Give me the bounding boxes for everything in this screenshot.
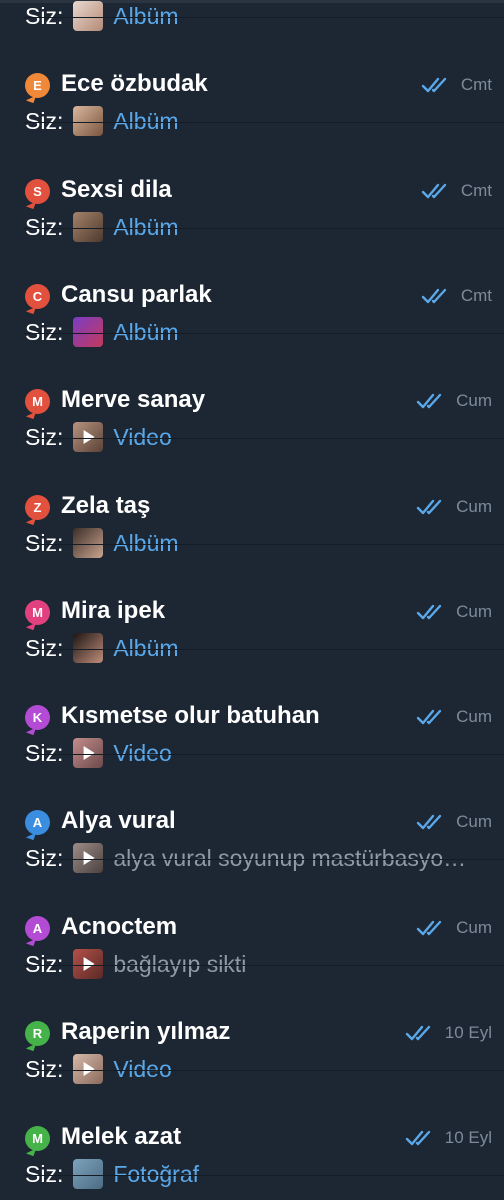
chat-date: Cum: [456, 918, 492, 937]
chat-date: 10 Eyl: [444, 1128, 492, 1147]
chat-row[interactable]: M Mira ipek Cum Siz: Albüm: [0, 545, 504, 663]
chat-preview-line: Siz: Fotoğraf: [25, 1158, 199, 1190]
chat-date: Cum: [456, 707, 492, 726]
row-divider: [24, 859, 504, 860]
chat-meta: 10 Eyl: [405, 1023, 492, 1043]
chat-name: Melek azat: [61, 1123, 182, 1150]
chat-row[interactable]: C Cansu parlak Cmt Siz: Albüm: [0, 229, 504, 347]
chat-date: 10 Eyl: [444, 1023, 492, 1042]
chat-date: Cum: [456, 497, 492, 516]
chat-meta: Cmt: [421, 181, 492, 201]
chat-row[interactable]: S Sexsi dila Cmt Siz: Albüm: [0, 124, 504, 242]
chat-date: Cmt: [460, 181, 492, 200]
chat-meta: Cum: [416, 602, 492, 622]
avatar-badge: S: [25, 179, 50, 204]
chat-list: Siz: Albüm E Ece özbudak Cmt Siz: Albüm S Sexsi …: [0, 0, 504, 1200]
double-check-icon: [416, 813, 446, 831]
chat-row[interactable]: K Kısmetse olur batuhan Cum Siz: Video: [0, 650, 504, 768]
chat-row[interactable]: E Ece özbudak Cmt Siz: Albüm: [0, 18, 504, 136]
chat-date: Cmt: [460, 286, 492, 305]
double-check-icon: [421, 182, 451, 200]
chat-row[interactable]: M Merve sanay Cum Siz: Video: [0, 334, 504, 452]
avatar-badge: Z: [25, 495, 50, 520]
chat-row[interactable]: M Melek azat 10 Eyl Siz: Fotoğraf: [0, 1071, 504, 1189]
chat-name: Ece özbudak: [61, 70, 208, 97]
chat-row[interactable]: A Acnoctem Cum Siz: bağlayıp sikti: [0, 861, 504, 979]
chat-date: Cum: [456, 391, 492, 410]
chat-date: Cum: [456, 812, 492, 831]
avatar-badge: M: [25, 389, 50, 414]
double-check-icon: [416, 919, 446, 937]
chat-row[interactable]: Z Zela taş Cum Siz: Albüm: [0, 440, 504, 558]
row-divider: [24, 1175, 504, 1176]
chat-meta: Cum: [416, 707, 492, 727]
chat-name: Kısmetse olur batuhan: [61, 702, 320, 729]
avatar-badge: M: [25, 1126, 50, 1151]
double-check-icon: [405, 1024, 435, 1042]
chat-date: Cum: [456, 602, 492, 621]
avatar-badge: A: [25, 810, 50, 835]
row-divider: [24, 122, 504, 123]
chat-meta: Cmt: [421, 75, 492, 95]
chat-name: Merve sanay: [61, 386, 206, 413]
chat-name: Mira ipek: [61, 597, 166, 624]
chat-date: Cmt: [460, 75, 492, 94]
chat-meta: Cum: [416, 918, 492, 938]
double-check-icon: [416, 603, 446, 621]
chat-name: Sexsi dila: [61, 176, 172, 203]
chat-name: Zela taş: [61, 492, 151, 519]
double-check-icon: [421, 76, 451, 94]
message-preview: Fotoğraf: [113, 1160, 199, 1187]
avatar-badge: M: [25, 600, 50, 625]
sender-label: Siz:: [25, 1160, 64, 1187]
avatar-badge: A: [25, 916, 50, 941]
avatar-badge: E: [25, 73, 50, 98]
chat-name: Cansu parlak: [61, 281, 212, 308]
chat-meta: Cum: [416, 391, 492, 411]
chat-name: Raperin yılmaz: [61, 1018, 231, 1045]
chat-row[interactable]: Siz: Albüm: [0, 0, 504, 31]
photo-thumbnail: [73, 1159, 104, 1189]
avatar-badge: K: [25, 705, 50, 730]
chat-name: Alya vural: [61, 807, 176, 834]
avatar-badge: C: [25, 284, 50, 309]
chat-meta: Cum: [416, 812, 492, 832]
double-check-icon: [405, 1129, 435, 1147]
chat-name: Acnoctem: [61, 913, 178, 940]
avatar-badge: R: [25, 1021, 50, 1046]
chat-row[interactable]: R Raperin yılmaz 10 Eyl Siz: Video: [0, 966, 504, 1084]
double-check-icon: [421, 287, 451, 305]
chat-meta: 10 Eyl: [405, 1128, 492, 1148]
double-check-icon: [416, 498, 446, 516]
chat-meta: Cum: [416, 497, 492, 517]
chat-meta: Cmt: [421, 286, 492, 306]
row-divider: [24, 438, 504, 439]
chat-row[interactable]: A Alya vural Cum Siz: alya vural soyunup mas…: [0, 755, 504, 873]
double-check-icon: [416, 392, 446, 410]
double-check-icon: [416, 708, 446, 726]
